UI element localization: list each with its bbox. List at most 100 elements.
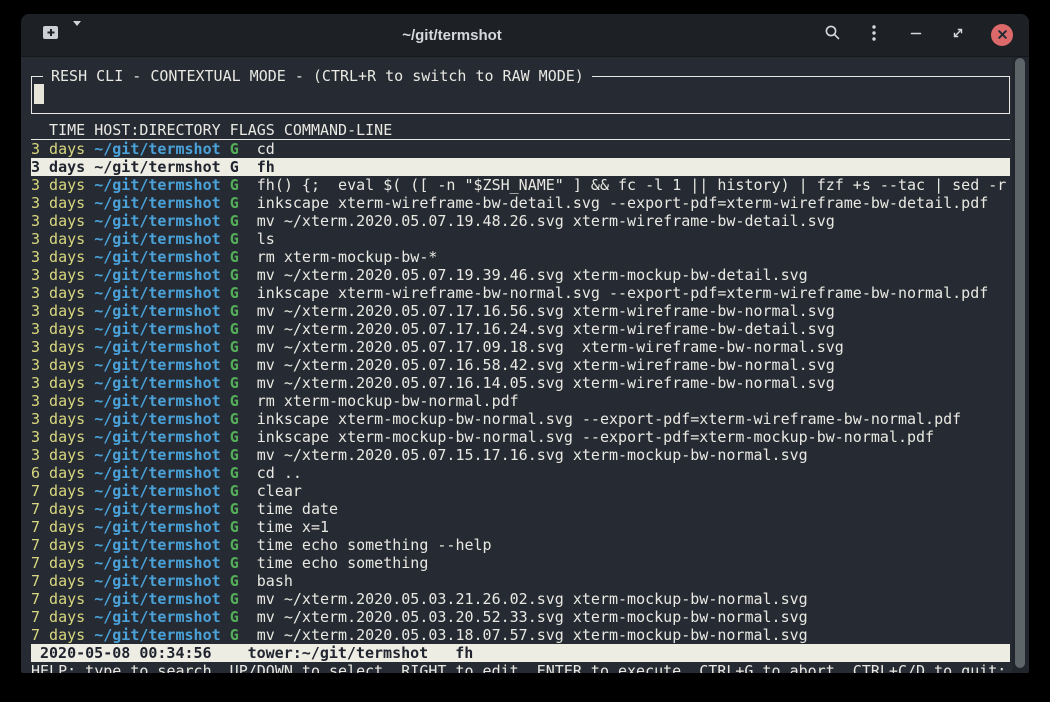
row-directory: ~/git/termshot: [94, 518, 220, 536]
menu-button[interactable]: [865, 26, 883, 44]
history-row[interactable]: 7 days ~/git/termshot G mv ~/xterm.2020.…: [31, 590, 1010, 608]
row-directory: ~/git/termshot: [94, 266, 220, 284]
history-row[interactable]: 3 days ~/git/termshot G mv ~/xterm.2020.…: [31, 302, 1010, 320]
close-button[interactable]: [991, 24, 1013, 46]
history-row[interactable]: 3 days ~/git/termshot G mv ~/xterm.2020.…: [31, 266, 1010, 284]
row-command: time echo something: [257, 554, 429, 572]
search-button[interactable]: [823, 26, 841, 44]
terminal-screen[interactable]: RESH CLI - CONTEXTUAL MODE - (CTRL+R to …: [21, 57, 1029, 673]
row-time: 7 days: [31, 608, 85, 626]
history-table-header: TIME HOST:DIRECTORY FLAGS COMMAND-LINE: [31, 121, 1010, 140]
history-row[interactable]: 7 days ~/git/termshot G mv ~/xterm.2020.…: [31, 608, 1010, 626]
row-time: 3 days: [31, 158, 85, 176]
row-flags: G: [230, 482, 239, 500]
row-flags: G: [230, 356, 239, 374]
row-time: 3 days: [31, 338, 85, 356]
history-row[interactable]: 7 days ~/git/termshot G time echo someth…: [31, 554, 1010, 572]
row-time: 7 days: [31, 572, 85, 590]
row-time: 7 days: [31, 518, 85, 536]
row-flags: G: [230, 176, 239, 194]
row-command: rm xterm-mockup-bw-*: [257, 248, 438, 266]
search-icon: [824, 24, 841, 46]
row-command: mv ~/xterm.2020.05.07.19.39.46.svg xterm…: [257, 266, 808, 284]
row-directory: ~/git/termshot: [94, 338, 220, 356]
row-flags: G: [230, 428, 239, 446]
status-datetime: 2020-05-08 00:34:56: [40, 644, 212, 662]
row-flags: G: [230, 194, 239, 212]
history-row[interactable]: 7 days ~/git/termshot G bash: [31, 572, 1010, 590]
minimize-button[interactable]: [907, 26, 925, 44]
row-command: mv ~/xterm.2020.05.07.16.14.05.svg xterm…: [257, 374, 835, 392]
row-time: 3 days: [31, 392, 85, 410]
row-command: fh() {; eval $( ([ -n "$ZSH_NAME" ] && f…: [257, 176, 1007, 194]
history-row[interactable]: 3 days ~/git/termshot G ls: [31, 230, 1010, 248]
scrollbar-track[interactable]: [1012, 57, 1029, 673]
history-row[interactable]: 3 days ~/git/termshot G fh() {; eval $( …: [31, 176, 1010, 194]
row-command: cd: [257, 140, 275, 158]
row-flags: G: [230, 590, 239, 608]
row-time: 3 days: [31, 266, 85, 284]
history-row[interactable]: 3 days ~/git/termshot G mv ~/xterm.2020.…: [31, 212, 1010, 230]
history-row-selected[interactable]: 3 days ~/git/termshot G fh: [31, 158, 1010, 176]
history-row[interactable]: 3 days ~/git/termshot G cd: [31, 140, 1010, 158]
terminal-window: ~/git/termshot: [21, 14, 1029, 673]
row-command: mv ~/xterm.2020.05.07.15.17.16.svg xterm…: [257, 446, 808, 464]
history-row[interactable]: 3 days ~/git/termshot G mv ~/xterm.2020.…: [31, 338, 1010, 356]
restore-button[interactable]: [949, 26, 967, 44]
history-row[interactable]: 3 days ~/git/termshot G inkscape xterm-w…: [31, 284, 1010, 302]
row-flags: G: [230, 212, 239, 230]
row-time: 3 days: [31, 176, 85, 194]
row-command: inkscape xterm-mockup-bw-normal.svg --ex…: [257, 410, 961, 428]
history-row[interactable]: 7 days ~/git/termshot G mv ~/xterm.2020.…: [31, 626, 1010, 644]
row-command: inkscape xterm-mockup-bw-normal.svg --ex…: [257, 428, 934, 446]
row-command: bash: [257, 572, 293, 590]
row-directory: ~/git/termshot: [94, 248, 220, 266]
history-row[interactable]: 3 days ~/git/termshot G inkscape xterm-w…: [31, 194, 1010, 212]
row-flags: G: [230, 536, 239, 554]
row-time: 3 days: [31, 140, 85, 158]
row-time: 3 days: [31, 194, 85, 212]
row-directory: ~/git/termshot: [94, 500, 220, 518]
history-row[interactable]: 3 days ~/git/termshot G mv ~/xterm.2020.…: [31, 356, 1010, 374]
row-flags: G: [230, 158, 239, 176]
row-directory: ~/git/termshot: [94, 428, 220, 446]
new-tab-button[interactable]: [40, 25, 60, 45]
history-list: 3 days ~/git/termshot G cd3 days ~/git/t…: [31, 140, 1010, 644]
row-time: 3 days: [31, 374, 85, 392]
titlebar[interactable]: ~/git/termshot: [21, 14, 1029, 57]
row-directory: ~/git/termshot: [94, 320, 220, 338]
row-flags: G: [230, 338, 239, 356]
row-time: 3 days: [31, 428, 85, 446]
row-directory: ~/git/termshot: [94, 536, 220, 554]
row-directory: ~/git/termshot: [94, 230, 220, 248]
history-row[interactable]: 3 days ~/git/termshot G inkscape xterm-m…: [31, 428, 1010, 446]
search-cursor: [34, 84, 44, 104]
history-row[interactable]: 3 days ~/git/termshot G mv ~/xterm.2020.…: [31, 320, 1010, 338]
row-time: 7 days: [31, 554, 85, 572]
row-directory: ~/git/termshot: [94, 410, 220, 428]
history-row[interactable]: 7 days ~/git/termshot G time echo someth…: [31, 536, 1010, 554]
row-directory: ~/git/termshot: [94, 158, 220, 176]
history-row[interactable]: 3 days ~/git/termshot G rm xterm-mockup-…: [31, 392, 1010, 410]
row-directory: ~/git/termshot: [94, 626, 220, 644]
scrollbar-thumb[interactable]: [1015, 58, 1025, 668]
history-row[interactable]: 7 days ~/git/termshot G time date: [31, 500, 1010, 518]
history-row[interactable]: 7 days ~/git/termshot G time x=1: [31, 518, 1010, 536]
row-flags: G: [230, 374, 239, 392]
tab-dropdown-button[interactable]: [73, 26, 81, 44]
row-flags: G: [230, 500, 239, 518]
search-input[interactable]: RESH CLI - CONTEXTUAL MODE - (CTRL+R to …: [31, 76, 1010, 114]
history-row[interactable]: 3 days ~/git/termshot G mv ~/xterm.2020.…: [31, 374, 1010, 392]
row-time: 7 days: [31, 590, 85, 608]
history-row[interactable]: 3 days ~/git/termshot G mv ~/xterm.2020.…: [31, 446, 1010, 464]
history-row[interactable]: 7 days ~/git/termshot G clear: [31, 482, 1010, 500]
row-flags: G: [230, 320, 239, 338]
row-flags: G: [230, 266, 239, 284]
history-row[interactable]: 3 days ~/git/termshot G inkscape xterm-m…: [31, 410, 1010, 428]
history-row[interactable]: 3 days ~/git/termshot G rm xterm-mockup-…: [31, 248, 1010, 266]
row-time: 3 days: [31, 320, 85, 338]
window-title: ~/git/termshot: [81, 27, 823, 44]
resh-cli-panel: RESH CLI - CONTEXTUAL MODE - (CTRL+R to …: [31, 67, 1010, 673]
history-row[interactable]: 6 days ~/git/termshot G cd ..: [31, 464, 1010, 482]
row-flags: G: [230, 140, 239, 158]
